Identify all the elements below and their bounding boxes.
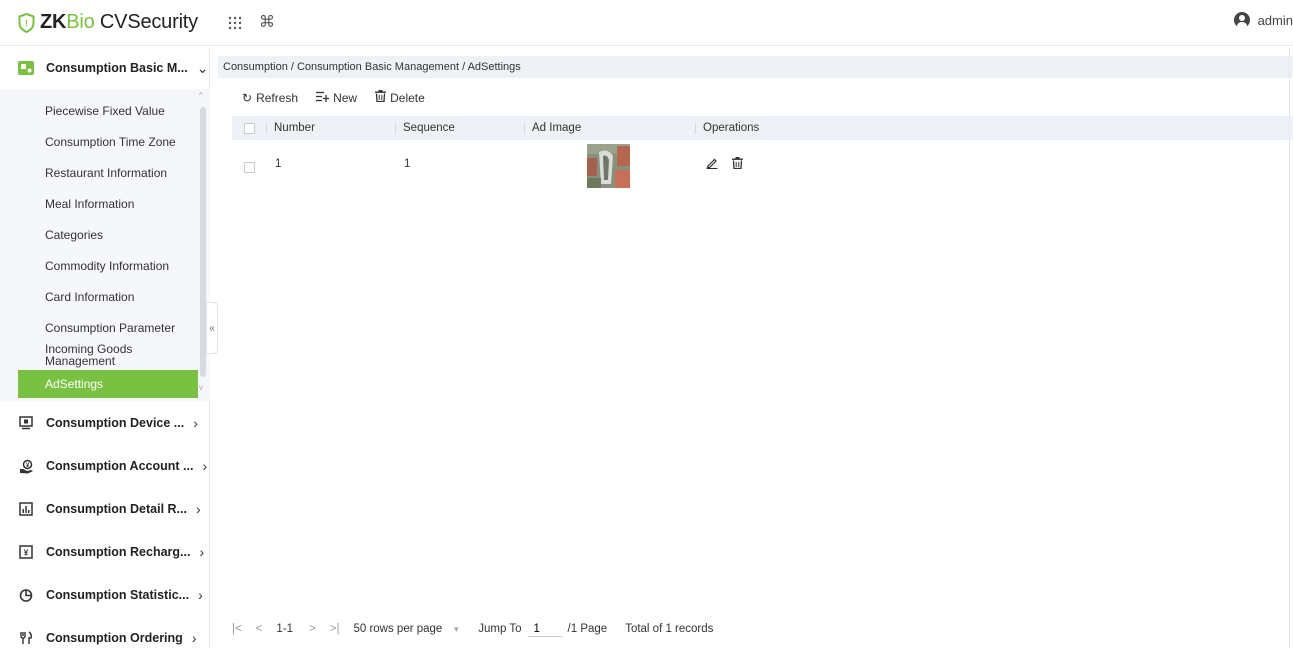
chevron-right-icon: ›: [195, 501, 201, 517]
refresh-label: Refresh: [256, 90, 299, 105]
select-all-checkbox[interactable]: [244, 123, 255, 134]
menu-group-consumption-account[interactable]: ¥ Consumption Account ... ›: [0, 445, 210, 487]
pie-chart-icon: [18, 587, 34, 603]
ad-image-thumbnail[interactable]: [587, 144, 630, 188]
brand-logo[interactable]: ! ZKBio CVSecurity: [18, 11, 198, 34]
new-button[interactable]: New: [316, 91, 357, 105]
svg-text:¥: ¥: [24, 549, 29, 558]
monitor-icon: [18, 415, 34, 431]
basic-management-icon: [18, 60, 34, 76]
jump-to-label: Jump To: [478, 623, 522, 635]
prev-page-button[interactable]: <: [256, 623, 263, 635]
user-avatar-icon: [1233, 12, 1250, 28]
menu-group-label: Consumption Account ...: [46, 459, 194, 473]
trash-icon[interactable]: [732, 156, 743, 172]
chevron-right-icon: ›: [193, 415, 198, 431]
dropdown-caret-icon[interactable]: ▼: [452, 625, 460, 634]
menu-group-label: Consumption Detail R...: [46, 502, 187, 516]
refresh-icon: ↻: [242, 90, 253, 105]
user-name: admin: [1257, 12, 1293, 28]
apps-grid-icon[interactable]: [226, 14, 244, 32]
table-header: Number Sequence Ad Image Operations: [232, 116, 1293, 140]
menu-group-label: Consumption Statistic...: [46, 588, 190, 602]
delete-button[interactable]: Delete: [375, 90, 425, 105]
sidebar-item-categories[interactable]: Categories: [18, 221, 198, 249]
command-icon[interactable]: ⌘: [258, 14, 276, 32]
svg-text:!: !: [25, 18, 28, 28]
toolbar: ↻ Refresh New Delete: [242, 90, 425, 105]
refresh-button[interactable]: ↻ Refresh: [242, 91, 298, 105]
column-header-operations: Operations: [695, 116, 759, 140]
chevron-right-icon: ›: [202, 458, 208, 474]
cell-number: 1: [275, 158, 282, 170]
brand-name: ZKBio CVSecurity: [40, 11, 198, 33]
table-row[interactable]: 1 1: [232, 144, 1293, 188]
shield-logo-icon: !: [18, 12, 35, 33]
breadcrumb: Consumption / Consumption Basic Manageme…: [218, 56, 1293, 78]
user-menu[interactable]: admin: [1233, 12, 1293, 28]
chevron-right-icon: ›: [199, 544, 205, 560]
rows-per-page-select[interactable]: 50 rows per page: [353, 623, 442, 635]
pagination: |< < 1-1 > >| 50 rows per page ▼ Jump To…: [232, 620, 713, 638]
cell-sequence: 1: [404, 158, 411, 170]
column-header-sequence[interactable]: Sequence: [395, 116, 455, 140]
top-header: ! ZKBio CVSecurity ⌘ admin: [0, 0, 1293, 46]
menu-group-consumption-statistics[interactable]: Consumption Statistic... ›: [0, 574, 210, 616]
menu-group-consumption-basic[interactable]: Consumption Basic M... ⌄: [0, 47, 210, 89]
scroll-up-icon[interactable]: ^: [199, 91, 203, 100]
sidebar-item-piecewise-fixed-value[interactable]: Piecewise Fixed Value: [18, 97, 198, 125]
menu-group-consumption-device[interactable]: Consumption Device ... ›: [0, 402, 210, 444]
sidebar: Consumption Basic M... ⌄ Piecewise Fixed…: [0, 47, 210, 648]
chevron-down-icon: ⌄: [196, 59, 209, 76]
row-checkbox[interactable]: [244, 162, 255, 173]
menu-group-label: Consumption Device ...: [46, 416, 185, 430]
first-page-button[interactable]: |<: [232, 623, 242, 635]
sidebar-item-consumption-time-zone[interactable]: Consumption Time Zone: [18, 128, 198, 156]
last-page-button[interactable]: >|: [330, 623, 340, 635]
menu-group-consumption-ordering[interactable]: Consumption Ordering ›: [0, 617, 210, 648]
column-header-number[interactable]: Number: [266, 116, 315, 140]
menu-group-label: Consumption Ordering: [46, 631, 183, 645]
sidebar-item-card-information[interactable]: Card Information: [18, 283, 198, 311]
bar-chart-icon: [18, 501, 34, 517]
menu-group-label: Consumption Recharg...: [46, 545, 191, 559]
submenu-list: Piecewise Fixed Value Consumption Time Z…: [0, 89, 210, 401]
menu-group-label: Consumption Basic M...: [46, 61, 188, 75]
page-total-label: /1 Page: [567, 623, 608, 635]
next-page-button[interactable]: >: [309, 623, 316, 635]
chevron-right-icon: ›: [191, 630, 197, 646]
total-records: Total of 1 records: [625, 623, 714, 635]
content-border: [1289, 47, 1290, 648]
sidebar-item-adsettings[interactable]: AdSettings: [18, 370, 198, 398]
add-list-icon: [316, 91, 330, 105]
cutlery-icon: [18, 630, 34, 646]
delete-label: Delete: [390, 90, 425, 105]
trash-icon: [375, 90, 387, 105]
new-label: New: [333, 90, 358, 105]
sidebar-item-commodity-information[interactable]: Commodity Information: [18, 252, 198, 280]
edit-icon[interactable]: [706, 156, 718, 172]
recharge-icon: ¥: [18, 544, 34, 560]
sidebar-item-incoming-goods-management[interactable]: Incoming Goods Management: [18, 341, 158, 369]
sidebar-item-restaurant-information[interactable]: Restaurant Information: [18, 159, 198, 187]
menu-group-consumption-detail[interactable]: Consumption Detail R... ›: [0, 488, 210, 530]
account-icon: ¥: [18, 458, 34, 474]
column-header-ad-image[interactable]: Ad Image: [524, 116, 581, 140]
page-range: 1-1: [276, 623, 294, 635]
menu-group-consumption-recharge[interactable]: ¥ Consumption Recharg... ›: [0, 531, 210, 573]
sidebar-item-meal-information[interactable]: Meal Information: [18, 190, 198, 218]
scroll-down-icon[interactable]: v: [199, 383, 203, 392]
sidebar-item-consumption-parameter[interactable]: Consumption Parameter: [18, 314, 198, 342]
chevron-right-icon: ›: [198, 587, 203, 603]
jump-to-page-input[interactable]: [527, 621, 562, 637]
sidebar-collapse-button[interactable]: «: [206, 302, 218, 354]
